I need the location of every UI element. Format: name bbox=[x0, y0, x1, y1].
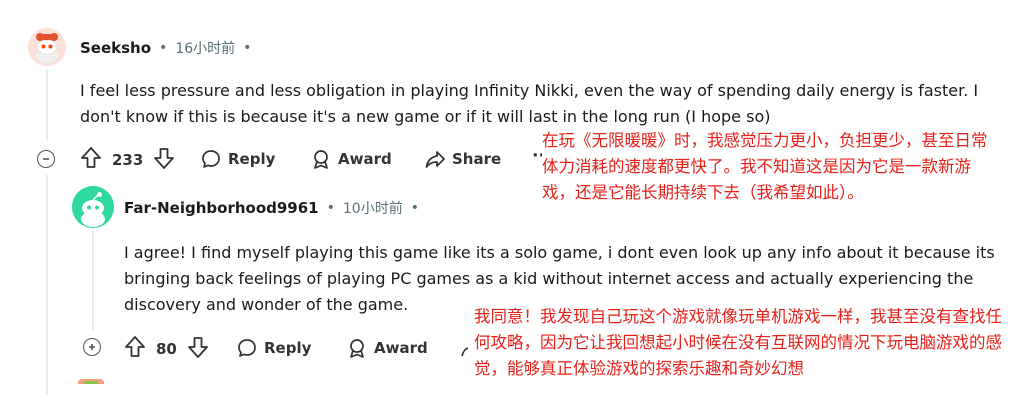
reply-label: Reply bbox=[228, 150, 276, 168]
reply-icon bbox=[236, 337, 258, 359]
separator-dot: • bbox=[159, 40, 168, 56]
reply-button[interactable]: Reply bbox=[236, 337, 311, 359]
translation-text: 在玩《无限暖暖》时，我感觉压力更小，负担更少，甚至日常体力消耗的速度都更快了。我… bbox=[542, 128, 1000, 206]
share-button[interactable]: Share bbox=[424, 148, 501, 170]
separator-dot: • bbox=[410, 200, 419, 216]
thread-line bbox=[92, 230, 94, 330]
share-label: Share bbox=[452, 150, 502, 168]
snoo-avatar-icon bbox=[72, 186, 114, 228]
thread-line bbox=[46, 175, 48, 395]
avatar[interactable] bbox=[28, 28, 66, 66]
downvote-icon[interactable] bbox=[153, 146, 175, 174]
upvote-icon[interactable] bbox=[124, 335, 146, 363]
vote-count: 80 bbox=[156, 340, 177, 358]
downvote-icon[interactable] bbox=[187, 335, 209, 363]
separator-dot: • bbox=[243, 40, 252, 56]
avatar[interactable] bbox=[76, 374, 106, 384]
avatar[interactable] bbox=[72, 186, 114, 228]
vote-count: 233 bbox=[112, 151, 144, 169]
expand-icon[interactable] bbox=[83, 338, 101, 356]
award-label: Award bbox=[374, 339, 428, 357]
reply-label: Reply bbox=[264, 339, 312, 357]
share-icon bbox=[424, 148, 446, 170]
collapse-icon[interactable] bbox=[37, 150, 55, 168]
thread-line bbox=[46, 70, 48, 140]
award-button[interactable]: Award bbox=[310, 148, 392, 170]
award-icon bbox=[346, 337, 368, 359]
reply-icon bbox=[200, 148, 222, 170]
comment-timestamp[interactable]: 10小时前 bbox=[343, 198, 403, 218]
award-icon bbox=[310, 148, 332, 170]
comment-username[interactable]: Seeksho bbox=[80, 39, 151, 57]
upvote-icon[interactable] bbox=[80, 146, 102, 174]
separator-dot: • bbox=[326, 200, 335, 216]
share-icon[interactable] bbox=[460, 340, 470, 364]
award-label: Award bbox=[338, 150, 392, 168]
snoo-avatar-icon bbox=[28, 28, 66, 66]
reply-button[interactable]: Reply bbox=[200, 148, 275, 170]
comment-username[interactable]: Far-Neighborhood9961 bbox=[124, 199, 319, 217]
translation-text: 我同意！我发现自己玩这个游戏就像玩单机游戏一样，我甚至没有查找任何攻略，因为它让… bbox=[474, 304, 1010, 382]
comment-timestamp[interactable]: 16小时前 bbox=[175, 38, 235, 58]
award-button[interactable]: Award bbox=[346, 337, 428, 359]
comment-body: I feel less pressure and less obligation… bbox=[80, 81, 979, 126]
